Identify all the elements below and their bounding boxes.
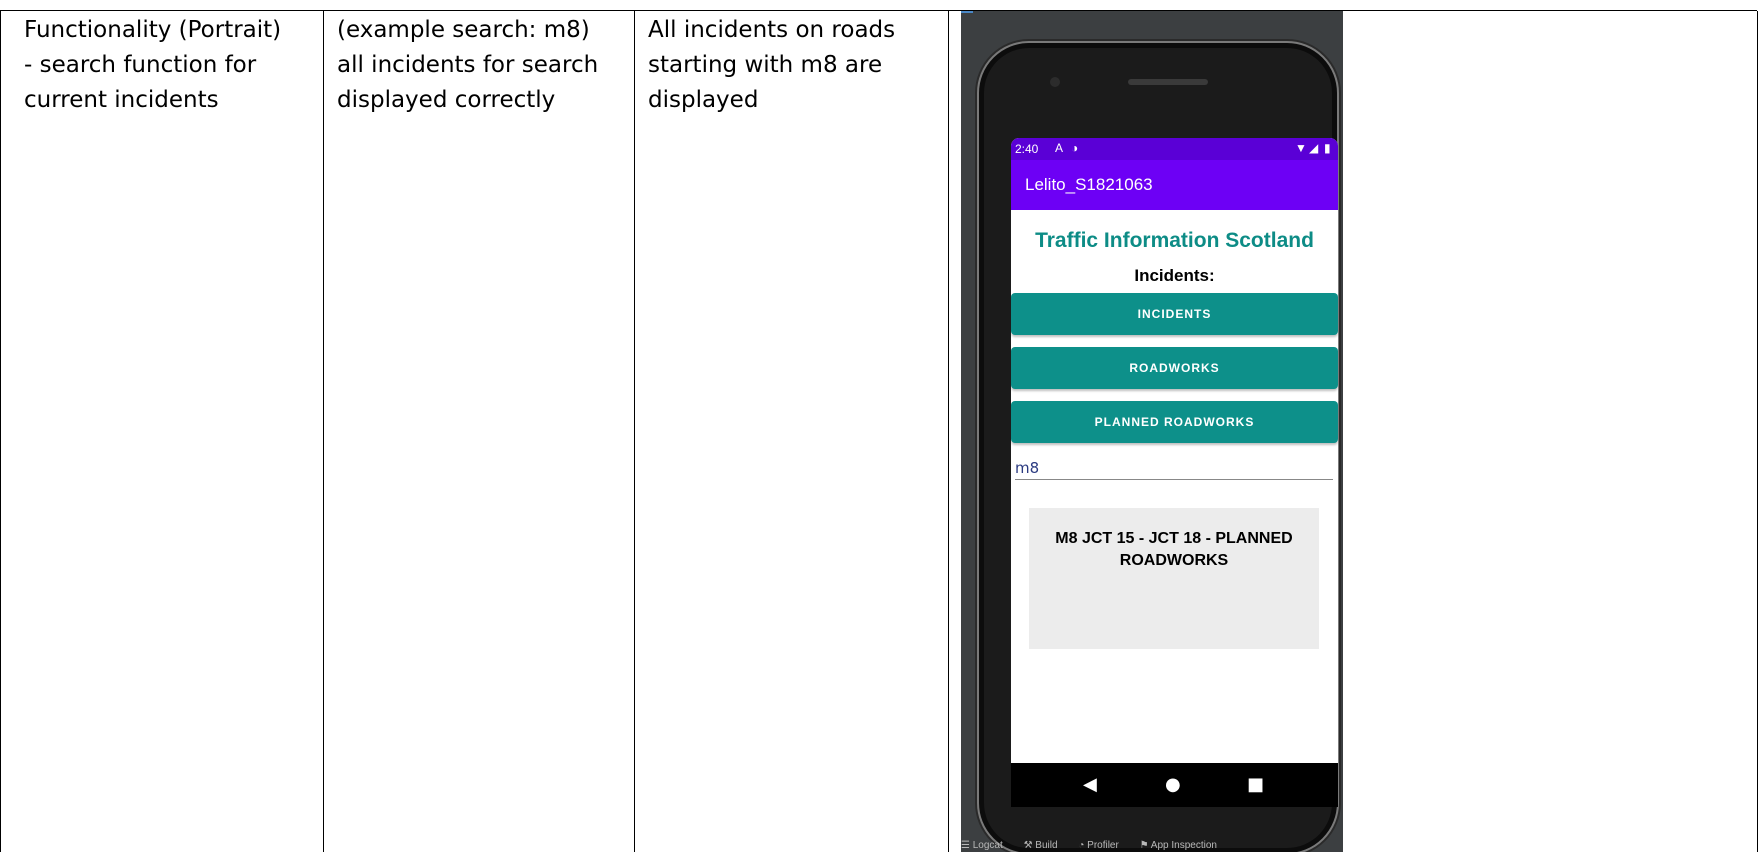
navigation-bar: ◀ ● ■ — [1011, 763, 1338, 807]
table-top-border — [0, 10, 1757, 11]
logcat-tab[interactable]: ☰ Logcat — [961, 840, 1003, 851]
incidents-button[interactable]: INCIDENTS — [1011, 293, 1338, 335]
recent-apps-icon[interactable]: ■ — [1247, 774, 1264, 795]
column-divider-2 — [634, 11, 635, 852]
column-divider-1 — [323, 11, 324, 852]
wifi-icon: ▼ — [1295, 141, 1307, 155]
expected-result-cell: All incidents on roads starting with m8 … — [648, 17, 896, 113]
app-inspection-tab[interactable]: ⚑ App Inspection — [1140, 840, 1217, 851]
result-title: M8 JCT 15 - JCT 18 - PLANNED ROADWORKS — [1055, 530, 1293, 569]
test-cell: (example search: m8) all incidents for s… — [337, 17, 599, 113]
status-time: 2:40 — [1015, 142, 1039, 156]
back-icon[interactable]: ◀ — [1083, 774, 1097, 795]
functionality-cell: Functionality (Portrait) - search functi… — [24, 17, 282, 113]
search-input[interactable] — [1015, 457, 1333, 480]
notification-dot-icon: ◑ — [1071, 141, 1079, 155]
battery-icon: ▮ — [1324, 141, 1331, 155]
build-tab[interactable]: ⚒ Build — [1024, 840, 1058, 851]
roadworks-button[interactable]: ROADWORKS — [1011, 347, 1338, 389]
camera-icon — [1050, 77, 1060, 87]
status-bar: 2:40 A ◑ ▼ ◢ ▮ — [1011, 138, 1338, 160]
result-card[interactable]: M8 JCT 15 - JCT 18 - PLANNED ROADWORKS — [1029, 508, 1319, 649]
phone-screen: 2:40 A ◑ ▼ ◢ ▮ Lelito_S1821063 Traffic I… — [1011, 138, 1338, 763]
planned-roadworks-button[interactable]: PLANNED ROADWORKS — [1011, 401, 1338, 443]
home-icon[interactable]: ● — [1165, 774, 1181, 795]
signal-icon: ◢ — [1309, 141, 1319, 155]
ide-tool-window-bar: ☰ Logcat ⚒ Build ◔ Profiler ⚑ App Inspec… — [961, 840, 1343, 852]
profiler-tab[interactable]: ◔ Profiler — [1078, 840, 1119, 851]
app-bar: Lelito_S1821063 — [1011, 160, 1338, 210]
app-heading: Traffic Information Scotland — [1035, 229, 1314, 252]
test-table: Functionality (Portrait) - search functi… — [0, 0, 1758, 852]
app-title: Lelito_S1821063 — [1025, 175, 1153, 194]
emulator-screenshot: 2:40 A ◑ ▼ ◢ ▮ Lelito_S1821063 Traffic I… — [961, 11, 1343, 852]
column-divider-3 — [948, 11, 949, 852]
notification-a-icon: A — [1055, 141, 1064, 155]
section-label: Incidents: — [1134, 266, 1215, 285]
ide-accent-mark — [961, 11, 973, 13]
speaker-grille — [1128, 79, 1208, 85]
phone-frame: 2:40 A ◑ ▼ ◢ ▮ Lelito_S1821063 Traffic I… — [977, 41, 1339, 852]
table-border-left — [0, 11, 1, 852]
